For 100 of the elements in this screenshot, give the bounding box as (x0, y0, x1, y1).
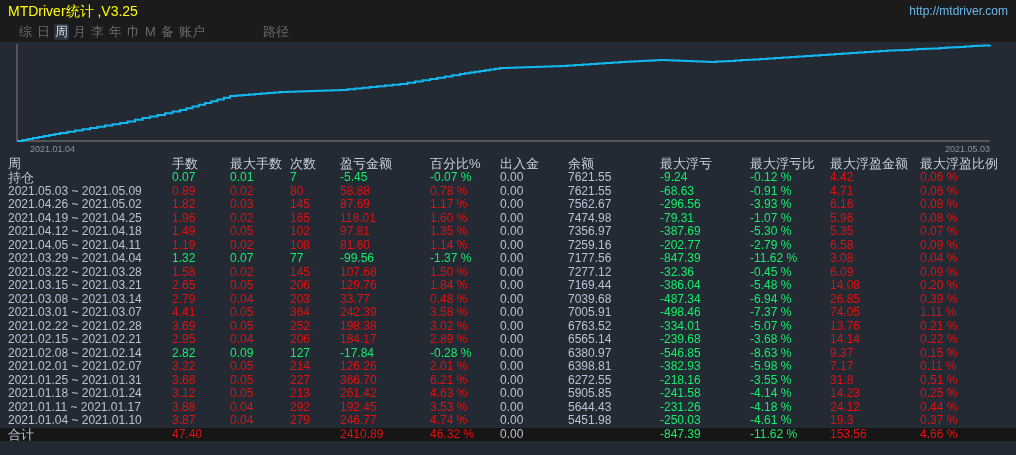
table-cell-text: 0.07 % (920, 225, 959, 239)
table-cell-text: 2021.04.19 ~ 2021.04.25 (8, 211, 143, 225)
table-cell-text: -2.79 % (750, 238, 793, 252)
table-cell-text: 1.14 % (430, 238, 469, 252)
table-cell-text: 2021.03.08 ~ 2021.03.14 (8, 292, 143, 306)
table-cell-text: 153.56 (830, 427, 868, 441)
table-cell-text: 7277.12 (568, 265, 613, 279)
table-cell-text: -0.12 % (750, 171, 793, 185)
table-cell-text: 0.02 (230, 184, 255, 198)
column-header: 次数 (290, 157, 317, 171)
table-cell-text: 0.04 % (920, 252, 959, 266)
table-cell-text: 0.00 (500, 373, 525, 387)
table-cell-text: 127 (290, 346, 312, 360)
table-cell-text: 0.00 (500, 333, 525, 347)
table-cell-text: 145 (290, 198, 312, 212)
table-cell-text: 合计 (8, 427, 35, 441)
tab[interactable]: 李 (90, 24, 105, 40)
table-cell-text: -382.93 (660, 360, 702, 374)
table-cell-text: 3.08 (830, 252, 855, 266)
column-header: 出入金 (500, 157, 540, 171)
table-cell-text: -0.91 % (750, 184, 793, 198)
table-cell-text: 26.85 (830, 292, 862, 306)
table-cell-text: 3.12 (172, 387, 197, 401)
table-cell-text: -4.61 % (750, 414, 793, 428)
table-cell-text: 0.51 % (920, 373, 959, 387)
table-cell-text: 0.15 % (920, 346, 959, 360)
tab[interactable]: 月 (72, 24, 87, 40)
table-cell-text: 0.00 (500, 306, 525, 320)
table-cell-text: 5.96 (830, 211, 855, 225)
table-cell-text: 80 (290, 184, 305, 198)
table-cell-text: 165 (290, 211, 312, 225)
website-link[interactable]: http://mtdriver.com (909, 2, 1008, 20)
table-cell-text: 0.00 (500, 427, 525, 441)
table-cell-text: -847.39 (660, 427, 702, 441)
table-cell-text: -487.34 (660, 292, 702, 306)
window-title: MTDriver统计 ,V3.25 (8, 1, 138, 21)
table-cell-text: 0.04 (230, 400, 255, 414)
path-label[interactable]: 路径 (262, 22, 289, 42)
table-cell-text: 1.11 % (920, 306, 958, 320)
tab[interactable]: 备 (159, 24, 175, 40)
tab[interactable]: 账户 (177, 24, 206, 40)
table-cell-text: 184.17 (340, 333, 378, 347)
table-cell-text: 227 (290, 373, 312, 387)
column-header: 百分比% (430, 157, 482, 171)
table-cell-text: 0.04 (230, 292, 255, 306)
table-cell-text: -5.07 % (750, 319, 793, 333)
table-cell-text: 7259.16 (568, 238, 613, 252)
table-cell-text: -239.68 (660, 333, 702, 347)
tab[interactable]: 巾 (126, 24, 141, 40)
table-cell-text: 203 (290, 292, 312, 306)
table-cell-text: 6.58 (830, 238, 855, 252)
table-cell-text: 2.01 % (430, 360, 469, 374)
table-cell-text: 0.05 (230, 360, 255, 374)
table-cell-text: -1.37 % (430, 252, 473, 266)
table-cell-text: 0.08 % (920, 198, 959, 212)
table-cell-text: 0.20 % (920, 279, 959, 293)
table-cell-text: 3.68 (172, 373, 197, 387)
table-cell-text: 2021.03.01 ~ 2021.03.07 (8, 306, 143, 320)
table-cell-text: 24.12 (830, 400, 862, 414)
table-cell-text: 1.17 % (430, 198, 469, 212)
column-header: 最大浮盈金额 (830, 157, 909, 171)
table-cell-text: 0.00 (500, 414, 525, 428)
table-cell-text: 0.02 (230, 238, 255, 252)
table-cell-text: 2021.01.18 ~ 2021.01.24 (8, 387, 143, 401)
tab[interactable]: 日 (36, 24, 51, 40)
table-cell-text: 5451.98 (568, 414, 613, 428)
table-cell-text: 1.49 (172, 225, 197, 239)
table-cell-text: 292 (290, 400, 312, 414)
table-cell-text: 74.05 (830, 306, 862, 320)
table-cell-text: 0.00 (500, 265, 525, 279)
tab[interactable]: 周 (54, 24, 69, 40)
table-cell-text: 3.02 % (430, 319, 469, 333)
table-cell-text: 0.05 (230, 373, 255, 387)
table-cell-text: 2410.89 (340, 427, 385, 441)
tab[interactable]: 综 (18, 24, 33, 40)
tab[interactable]: M (144, 24, 157, 40)
table-cell-text: -1.07 % (750, 211, 793, 225)
table-cell-text: 1.50 % (430, 265, 469, 279)
table-cell-text: 252 (290, 319, 312, 333)
table-cell-text: -546.85 (660, 346, 702, 360)
table-cell-text: 2021.04.12 ~ 2021.04.18 (8, 225, 143, 239)
tab[interactable]: 年 (108, 24, 123, 40)
column-header: 最大浮亏比 (750, 157, 816, 171)
table-cell-text: 279 (290, 414, 312, 428)
table-cell-text: 4.41 (172, 306, 197, 320)
table-cell-text: 0.00 (500, 292, 525, 306)
table-cell-text: 0.00 (500, 225, 525, 239)
table-cell-text: 0.05 (230, 279, 255, 293)
table-cell-text: 14.23 (830, 387, 862, 401)
table-cell-text: -231.26 (660, 400, 702, 414)
table-cell-text: 2.95 (172, 333, 197, 347)
table-cell-text: 0.07 (230, 252, 255, 266)
table-cell-text: 持仓 (8, 171, 35, 185)
table-cell-text: -99.56 (340, 252, 376, 266)
table-cell-text: 46.32 % (430, 427, 476, 441)
table-cell-text: -4.14 % (750, 387, 793, 401)
table-cell-text: -296.56 (660, 198, 702, 212)
table-cell-text: 0.03 (230, 198, 255, 212)
table-cell-text: 214 (290, 360, 312, 374)
table-cell-text: 14.08 (830, 279, 862, 293)
